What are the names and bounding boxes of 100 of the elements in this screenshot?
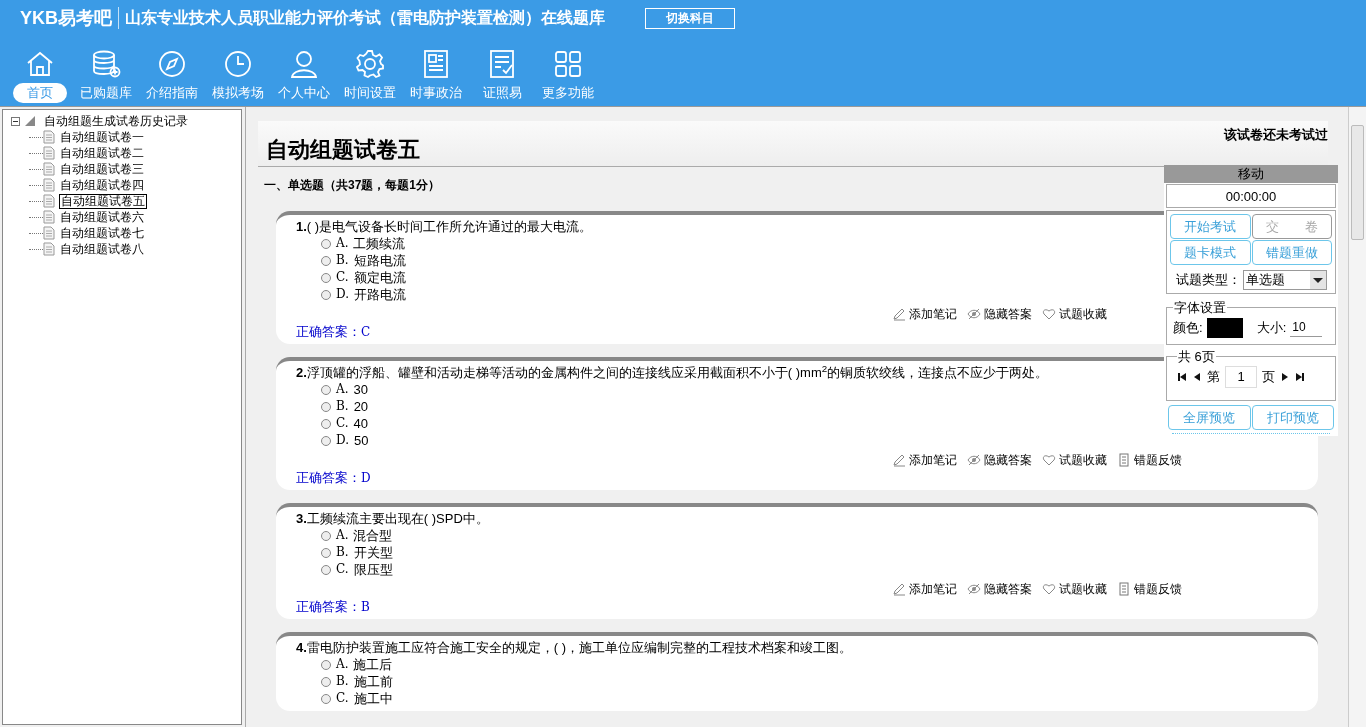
caret-icon[interactable] (1310, 271, 1326, 289)
tree-item[interactable]: 自动组题试卷一 (60, 130, 144, 144)
option-text: 50 (354, 432, 369, 449)
question-text: 4.雷电防护装置施工应符合施工安全的规定，( )，施工单位应编制完整的工程技术档案和竣工图。 (296, 639, 853, 656)
action-link[interactable]: 试题收藏 (1059, 581, 1107, 597)
tree-item[interactable]: 自动组题试卷二 (60, 146, 144, 160)
next-icon[interactable] (1280, 372, 1290, 382)
action-link[interactable]: 错题反馈 (1134, 452, 1182, 468)
group-label: 共 6页 (1177, 347, 1216, 366)
option-text: 开关型 (353, 544, 393, 561)
option-letter: B. (336, 673, 349, 690)
database-icon[interactable] (90, 48, 122, 80)
first-page-icon[interactable] (1177, 372, 1187, 382)
eye-icon[interactable] (967, 307, 981, 321)
option-text: 额定电流 (353, 269, 406, 286)
action-link[interactable]: 添加笔记 (909, 581, 957, 597)
eye-icon[interactable] (967, 453, 981, 467)
compass-icon[interactable] (156, 48, 188, 80)
page-label: 第 (1207, 368, 1220, 387)
tree-item[interactable]: 自动组题试卷八 (60, 242, 144, 256)
tree-item[interactable]: 自动组题试卷五 (59, 193, 147, 209)
answer-value: D (361, 470, 371, 486)
logo: YKB易考吧 (20, 6, 113, 30)
document-icon[interactable] (1117, 453, 1131, 467)
document-icon[interactable] (1117, 582, 1131, 596)
last-page-icon[interactable] (1295, 372, 1305, 382)
action-link[interactable]: 添加笔记 (909, 306, 957, 322)
color-label: 颜色: (1173, 318, 1203, 337)
option-letter: C. (336, 415, 349, 432)
heart-icon[interactable] (1042, 453, 1056, 467)
gear-icon[interactable] (354, 48, 386, 80)
pencil-icon[interactable] (892, 307, 906, 321)
action-link[interactable]: 错题反馈 (1134, 581, 1182, 597)
tree-item[interactable]: 自动组题试卷六 (60, 210, 144, 224)
radio-button[interactable] (321, 289, 331, 300)
option-letter: C. (336, 269, 349, 286)
action-link[interactable]: 试题收藏 (1059, 306, 1107, 322)
document-icon (43, 242, 55, 256)
question-text: 2.浮顶罐的浮船、罐壁和活动走梯等活动的金属构件之间的连接线应采用截面积不小于( )mm$^{2}$的铜质软绞线，连接点不应少于两处。 (296, 364, 1049, 381)
exam-status: 该试卷还未考试过 (1224, 127, 1328, 144)
option-text: 混合型 (353, 527, 393, 544)
pencil-icon[interactable] (892, 582, 906, 596)
type-dropdown[interactable]: 单选题 (1243, 270, 1327, 290)
action-link[interactable]: 试题收藏 (1059, 452, 1107, 468)
radio-button[interactable] (321, 272, 331, 283)
radio-button[interactable] (321, 255, 331, 266)
answer-label: 正确答案： (296, 324, 361, 340)
option-text: 短路电流 (353, 252, 406, 269)
action-link[interactable]: 隐藏答案 (984, 452, 1032, 468)
radio-button[interactable] (321, 547, 331, 558)
option-text: 工频续流 (353, 235, 406, 252)
answer-value: B (361, 599, 370, 615)
question-text: 3.工频续流主要出现在( )SPD中。 (296, 510, 489, 527)
radio-button[interactable] (321, 564, 331, 575)
action-link[interactable]: 隐藏答案 (984, 581, 1032, 597)
document-icon (43, 194, 55, 208)
radio-button[interactable] (321, 418, 331, 429)
previous-icon[interactable] (1192, 372, 1202, 382)
radio-button[interactable] (321, 401, 331, 412)
option-text: 20 (353, 398, 369, 415)
document-icon (43, 210, 55, 224)
document-icon (43, 162, 55, 176)
paper-title: 自动组题试卷五 (265, 136, 420, 164)
radio-button[interactable] (321, 530, 331, 541)
option-letter: C. (336, 561, 349, 578)
tree-item[interactable]: 自动组题生成试卷历史记录 (44, 112, 188, 130)
move-bar[interactable]: 移动 (1164, 165, 1338, 183)
option-text: 限压型 (353, 561, 393, 578)
radio-button[interactable] (321, 384, 331, 395)
action-link[interactable]: 添加笔记 (909, 452, 957, 468)
clock-icon[interactable] (222, 48, 254, 80)
heart-icon[interactable] (1042, 582, 1056, 596)
radio-button[interactable] (321, 435, 331, 446)
option-text: 施工中 (353, 690, 393, 707)
tree-item[interactable]: 自动组题试卷七 (60, 226, 144, 240)
action-link[interactable]: 隐藏答案 (984, 306, 1032, 322)
page-field[interactable]: 1 (1225, 366, 1257, 388)
option-letter: C. (336, 690, 349, 707)
radio-button[interactable] (321, 659, 331, 670)
option-text: 开路电流 (354, 286, 406, 303)
user-icon[interactable] (288, 48, 320, 80)
heart-icon[interactable] (1042, 307, 1056, 321)
tree-item[interactable]: 自动组题试卷三 (60, 162, 144, 176)
option-text: 施工后 (353, 656, 393, 673)
size-field[interactable]: 10 (1290, 318, 1323, 337)
option-letter: A. (336, 656, 349, 673)
radio-button[interactable] (321, 693, 331, 704)
radio-button[interactable] (321, 676, 331, 687)
collapse-toggle[interactable] (11, 116, 20, 126)
scrollbar[interactable] (1348, 107, 1366, 727)
radio-button[interactable] (321, 238, 331, 249)
option-letter: B. (336, 398, 349, 415)
grid-icon[interactable] (552, 48, 584, 80)
pencil-icon[interactable] (892, 453, 906, 467)
answer-value: C (361, 324, 371, 340)
tree-item[interactable]: 自动组题试卷四 (60, 178, 144, 192)
question-text: 1.( )是电气设备长时间工作所允许通过的最大电流。 (296, 218, 593, 235)
eye-icon[interactable] (967, 582, 981, 596)
color-swatch[interactable] (1206, 317, 1243, 338)
option-text: 30 (353, 381, 368, 398)
